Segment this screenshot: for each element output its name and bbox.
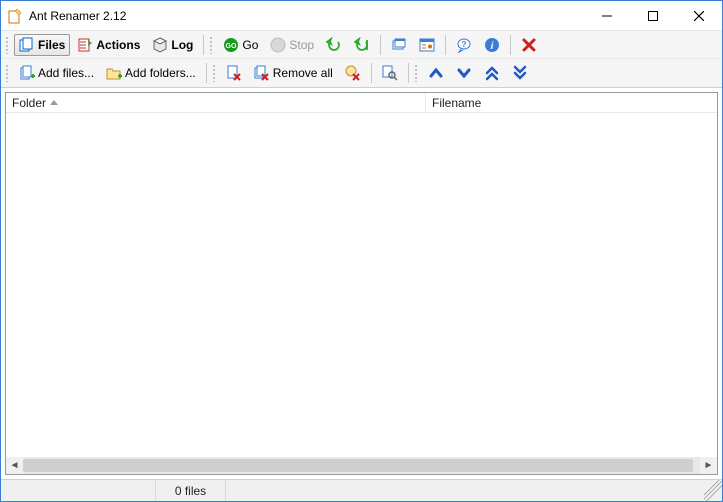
main-toolbar: Files Actions Log xyxy=(1,31,722,59)
scroll-thumb[interactable] xyxy=(23,459,693,472)
add-files-icon xyxy=(19,65,35,81)
help-icon: ? xyxy=(456,37,472,53)
about-button[interactable]: i xyxy=(479,34,505,56)
add-folders-button[interactable]: Add folders... xyxy=(101,62,201,84)
add-files-label: Add files... xyxy=(38,66,94,80)
stop-icon xyxy=(270,37,286,53)
undo-again-button[interactable] xyxy=(349,34,375,56)
options-button[interactable] xyxy=(414,34,440,56)
log-tab-button[interactable]: Log xyxy=(147,34,198,56)
remove-missing-button[interactable] xyxy=(340,62,366,84)
toolbar-grip[interactable] xyxy=(5,64,10,82)
add-files-button[interactable]: Add files... xyxy=(14,62,99,84)
files-tab-button[interactable]: Files xyxy=(14,34,70,56)
log-icon xyxy=(152,37,168,53)
files-label: Files xyxy=(38,38,65,52)
column-folder-label: Folder xyxy=(12,96,46,110)
resize-grip[interactable] xyxy=(704,480,722,501)
content-area: Folder Filename ◄ ► xyxy=(1,88,722,479)
options-icon xyxy=(419,37,435,53)
move-bottom-button[interactable] xyxy=(507,62,533,84)
actions-label: Actions xyxy=(96,38,140,52)
window-controls xyxy=(584,1,722,30)
actions-tab-button[interactable]: Actions xyxy=(72,34,145,56)
svg-text:GO: GO xyxy=(226,43,237,50)
toolbar-grip[interactable] xyxy=(209,36,214,54)
go-icon: GO xyxy=(223,37,239,53)
files-listview[interactable]: Folder Filename ◄ ► xyxy=(5,92,718,475)
preview-button[interactable] xyxy=(377,62,403,84)
move-down-button[interactable] xyxy=(451,62,477,84)
svg-text:?: ? xyxy=(462,40,467,49)
chevrons-up-icon xyxy=(484,65,500,81)
stop-button[interactable]: Stop xyxy=(265,34,319,56)
listview-header: Folder Filename xyxy=(6,93,717,113)
stop-label: Stop xyxy=(289,38,314,52)
window-title: Ant Renamer 2.12 xyxy=(29,9,584,23)
remove-file-icon xyxy=(226,65,242,81)
chevrons-down-icon xyxy=(512,65,528,81)
title-bar: Ant Renamer 2.12 xyxy=(1,1,722,31)
scroll-right-button[interactable]: ► xyxy=(700,457,717,474)
column-filename-label: Filename xyxy=(432,96,481,110)
log-label: Log xyxy=(171,38,193,52)
status-pane-1 xyxy=(1,480,156,501)
column-header-filename[interactable]: Filename xyxy=(426,93,717,112)
move-top-button[interactable] xyxy=(479,62,505,84)
move-up-button[interactable] xyxy=(423,62,449,84)
toolbar-grip[interactable] xyxy=(212,64,217,82)
scroll-track[interactable] xyxy=(23,457,700,474)
minimize-button[interactable] xyxy=(584,1,630,30)
svg-text:i: i xyxy=(491,41,494,52)
preview-icon xyxy=(382,65,398,81)
add-folders-label: Add folders... xyxy=(125,66,196,80)
files-icon xyxy=(19,37,35,53)
scroll-left-button[interactable]: ◄ xyxy=(6,457,23,474)
add-folders-icon xyxy=(106,65,122,81)
remove-missing-icon xyxy=(345,65,361,81)
remove-selected-button[interactable] xyxy=(221,62,247,84)
go-button[interactable]: GO Go xyxy=(218,34,263,56)
listview-body[interactable] xyxy=(6,113,717,457)
column-header-folder[interactable]: Folder xyxy=(6,93,426,112)
actions-icon xyxy=(77,37,93,53)
go-label: Go xyxy=(242,38,258,52)
remove-all-button[interactable]: Remove all xyxy=(249,62,338,84)
status-pane-fill xyxy=(226,480,704,501)
close-button[interactable] xyxy=(676,1,722,30)
chevron-down-icon xyxy=(456,65,472,81)
maximize-button[interactable] xyxy=(630,1,676,30)
help-button[interactable]: ? xyxy=(451,34,477,56)
window-icon xyxy=(391,37,407,53)
undo-again-icon xyxy=(354,37,370,53)
exit-button[interactable] xyxy=(516,34,542,56)
exit-icon xyxy=(521,37,537,53)
remove-all-label: Remove all xyxy=(273,66,333,80)
files-toolbar: Add files... Add folders... Remove all xyxy=(1,59,722,87)
undo-button[interactable] xyxy=(321,34,347,56)
app-icon xyxy=(7,8,23,24)
chevron-up-icon xyxy=(428,65,444,81)
status-bar: 0 files xyxy=(1,479,722,501)
remove-all-icon xyxy=(254,65,270,81)
status-file-count: 0 files xyxy=(156,480,226,501)
sort-ascending-icon xyxy=(50,100,58,105)
new-window-button[interactable] xyxy=(386,34,412,56)
toolbar-grip[interactable] xyxy=(414,64,419,82)
toolbar-grip[interactable] xyxy=(5,36,10,54)
info-icon: i xyxy=(484,37,500,53)
horizontal-scrollbar[interactable]: ◄ ► xyxy=(6,457,717,474)
undo-icon xyxy=(326,37,342,53)
